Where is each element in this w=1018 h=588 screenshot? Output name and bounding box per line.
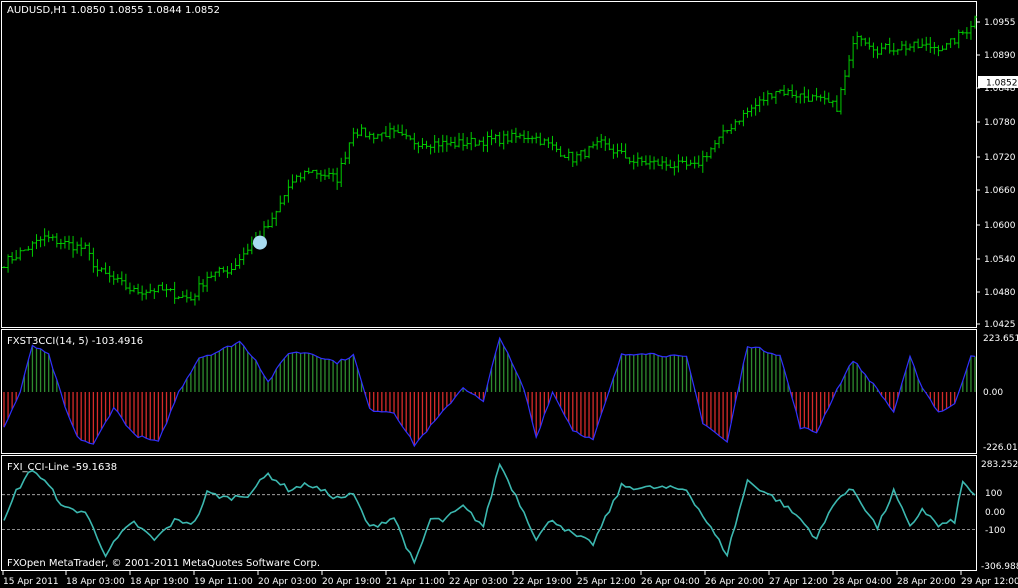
time-tick-label: 21 Apr 11:00 (386, 577, 445, 587)
price-tick-label: 1.0600 (984, 221, 1016, 231)
cci-line-tick: -306.9880 (981, 562, 1018, 572)
price-scale: 1.09551.08901.08481.07801.07201.06601.06… (976, 18, 1016, 330)
price-tick-label: 1.0660 (984, 186, 1016, 196)
price-tick-label: 1.0720 (984, 153, 1016, 163)
price-tick-label: 1.0480 (984, 288, 1016, 298)
cci-histogram-frame (1, 329, 977, 454)
time-tick-label: 29 Apr 12:00 (961, 577, 1018, 587)
time-tick-label: 22 Apr 03:00 (449, 577, 508, 587)
cci-line-scale: 283.2524 100 0.00 -100 -306.9880 (981, 460, 1018, 572)
time-tick-label: 28 Apr 20:00 (897, 577, 956, 587)
price-bars (2, 15, 977, 306)
cci-histogram-tick: 0.00 (983, 388, 1003, 398)
cci-line-frame (1, 455, 977, 571)
cci-line-tick: -100 (985, 526, 1006, 536)
price-tick-label: 1.0780 (984, 118, 1016, 128)
time-tick-label: 25 Apr 12:00 (577, 577, 636, 587)
time-tick-label: 20 Apr 19:00 (322, 577, 381, 587)
time-tick-label: 26 Apr 04:00 (641, 577, 700, 587)
cci-histogram-label: FXST3CCI(14, 5) -103.4916 (7, 336, 143, 347)
chart-canvas: 1.09551.08901.08481.07801.07201.06601.06… (1, 1, 1018, 587)
copyright-footer: FXOpen MetaTrader, © 2001-2011 MetaQuote… (7, 558, 320, 569)
current-price-tag: 1.0852 (986, 79, 1018, 89)
signal-marker[interactable] (252, 235, 267, 250)
price-tick-label: 1.0955 (984, 18, 1016, 28)
main-chart-header: AUDUSD,H1 1.0850 1.0855 1.0844 1.0852 (7, 5, 220, 16)
cci-histogram-tick: 223.6512 (983, 334, 1018, 344)
cci-histogram (3, 338, 976, 447)
cci-line-series (3, 462, 976, 565)
cci-line-label: FXI_CCI-Line -59.1638 (7, 462, 117, 473)
price-tick-label: 1.0890 (984, 51, 1016, 61)
main-chart-frame (1, 1, 977, 328)
cci-line-tick: 0.00 (985, 508, 1005, 518)
time-tick-label: 15 Apr 2011 (3, 577, 59, 587)
time-tick-label: 28 Apr 04:00 (833, 577, 892, 587)
time-tick-label: 18 Apr 19:00 (130, 577, 189, 587)
cci-histogram-tick: -226.0123 (983, 443, 1018, 453)
time-tick-label: 26 Apr 20:00 (705, 577, 764, 587)
cci-histogram-scale: 223.6512 0.00 -226.0123 (983, 334, 1018, 453)
time-tick-label: 18 Apr 03:00 (66, 577, 125, 587)
price-tick-label: 1.0425 (984, 320, 1016, 330)
cci-line-tick: 283.2524 (981, 460, 1018, 470)
price-tick-label: 1.0540 (984, 255, 1016, 265)
time-tick-label: 27 Apr 12:00 (769, 577, 828, 587)
time-axis: 15 Apr 2011 18 Apr 03:00 18 Apr 19:00 19 Ap… (2, 571, 1018, 587)
cci-line-tick: 100 (985, 489, 1002, 499)
time-tick-label: 19 Apr 11:00 (194, 577, 253, 587)
time-tick-label: 20 Apr 03:00 (258, 577, 317, 587)
time-tick-label: 22 Apr 19:00 (513, 577, 572, 587)
